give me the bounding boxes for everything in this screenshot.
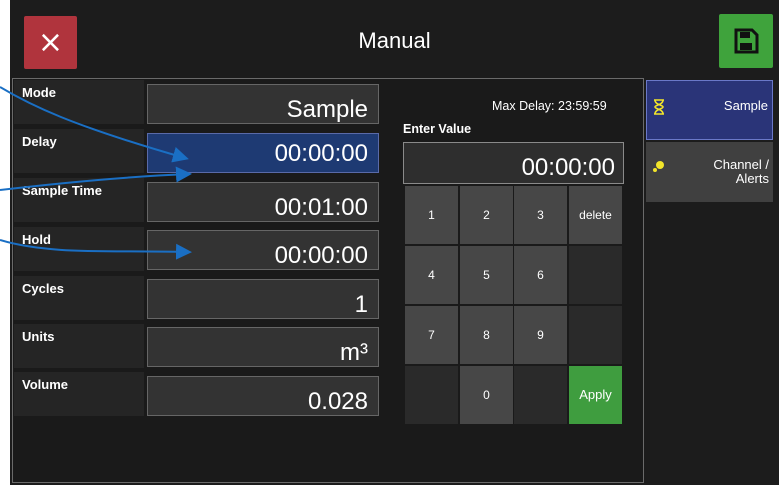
arrow-to-sample-time: [0, 166, 192, 191]
arrow-to-delay: [0, 86, 189, 163]
annotation-arrows: [0, 86, 192, 260]
arrow-to-hold: [0, 239, 192, 260]
